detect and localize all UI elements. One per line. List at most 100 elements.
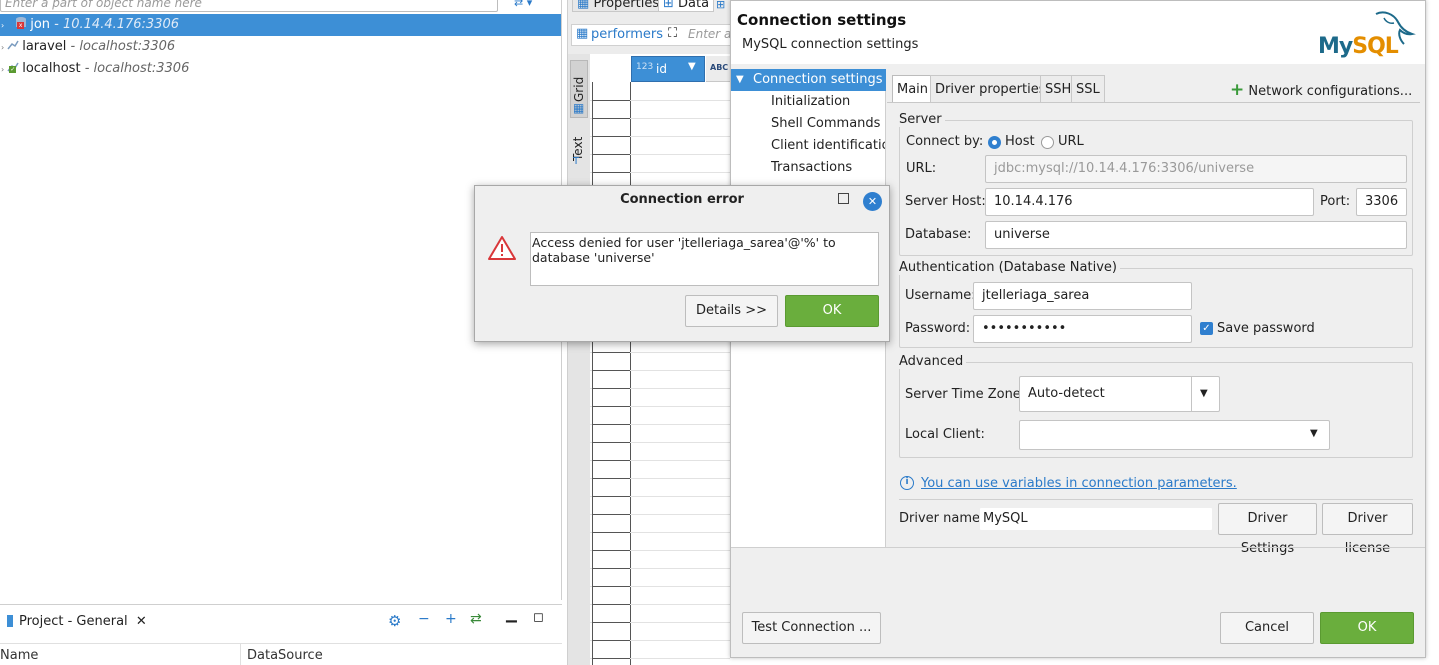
navigator-filter-input[interactable]: Enter a part of object name here xyxy=(0,0,498,12)
project-column-datasource[interactable]: DataSource xyxy=(240,643,562,665)
test-connection-button[interactable]: Test Connection ... xyxy=(742,612,881,644)
timezone-label: Server Time Zone: xyxy=(905,387,1026,402)
row-number-line xyxy=(592,604,630,605)
nav-item-initialization[interactable]: Initialization xyxy=(771,91,885,113)
project-tab-label: Project - General xyxy=(19,614,128,629)
text-view-button[interactable]: Text T xyxy=(570,124,588,174)
error-ok-button[interactable]: OK xyxy=(785,295,879,327)
row-number-line xyxy=(592,460,630,461)
port-input[interactable]: 3306 xyxy=(1356,188,1407,216)
er-diagram-icon[interactable]: ⊞ xyxy=(716,0,725,11)
data-filter-input[interactable]: Enter a xyxy=(688,27,731,41)
project-icon xyxy=(7,615,13,627)
project-tab[interactable]: Project - General ✕ xyxy=(0,611,147,633)
connection-item-jon[interactable]: › x jon - 10.14.4.176:3306 xyxy=(0,14,561,36)
database-icon xyxy=(6,38,20,52)
row-number-line xyxy=(592,100,630,101)
filter-dropdown-icon[interactable]: ⇄ ▾ xyxy=(514,0,532,9)
numeric-type-icon: 123 xyxy=(636,62,654,72)
grid-view-button[interactable]: Grid ▦ xyxy=(570,60,588,118)
row-number-line xyxy=(592,388,630,389)
sort-arrow-icon[interactable]: ▼ xyxy=(688,61,696,72)
row-number-line xyxy=(592,586,630,587)
driver-separator xyxy=(899,499,1413,500)
maximize-icon[interactable] xyxy=(838,193,849,204)
text-icon: T xyxy=(573,156,580,167)
connection-item-laravel[interactable]: › laravel - localhost:3306 xyxy=(0,36,561,58)
nav-item-shell-commands[interactable]: Shell Commands xyxy=(771,113,885,135)
details-button[interactable]: Details >> xyxy=(685,295,778,327)
save-password-label[interactable]: Save password xyxy=(1217,321,1315,336)
network-configurations-button[interactable]: + Network configurations... xyxy=(1230,80,1412,100)
close-icon[interactable]: ✕ xyxy=(136,614,147,629)
expand-arrow-icon[interactable]: › xyxy=(1,21,4,30)
advanced-group-title: Advanced xyxy=(899,354,967,369)
row-number-line xyxy=(592,496,630,497)
nav-item-label: Connection settings xyxy=(753,72,883,87)
server-host-input[interactable]: 10.14.4.176 xyxy=(985,188,1314,216)
driver-license-button[interactable]: Driver license xyxy=(1322,503,1413,556)
expand-arrow-icon[interactable]: › xyxy=(1,43,4,52)
expand-arrow-icon[interactable]: › xyxy=(1,65,4,74)
minimize-icon[interactable]: ▁ xyxy=(506,607,517,623)
row-number-line xyxy=(592,478,630,479)
server-group-title: Server xyxy=(899,112,945,127)
collapse-icon[interactable]: − xyxy=(418,611,430,627)
settings-gear-icon[interactable]: ⚙ xyxy=(388,612,401,630)
database-input[interactable]: universe xyxy=(985,221,1407,249)
cancel-button[interactable]: Cancel xyxy=(1220,612,1314,644)
driver-settings-button[interactable]: Driver Settings xyxy=(1218,503,1317,556)
radio-host[interactable] xyxy=(988,136,1001,149)
local-client-select[interactable]: ▼ xyxy=(1019,420,1330,450)
string-type-icon: ABC xyxy=(710,63,729,72)
radio-host-label[interactable]: Host xyxy=(1005,134,1035,149)
radio-url-label[interactable]: URL xyxy=(1058,134,1084,149)
expand-all-icon[interactable]: + xyxy=(445,611,457,627)
connection-name: laravel xyxy=(22,39,67,54)
tab-properties-label: Properties xyxy=(593,0,660,11)
save-password-checkbox[interactable]: ✓ xyxy=(1200,322,1213,335)
port-label: Port: xyxy=(1320,194,1351,209)
username-label: Username: xyxy=(905,288,976,303)
ok-button[interactable]: OK xyxy=(1320,612,1414,644)
grid-icon: ▦ xyxy=(573,101,585,115)
chevron-down-icon[interactable]: ▼ xyxy=(1310,421,1318,447)
tab-driver-properties[interactable]: Driver properties xyxy=(930,75,1051,103)
tab-data[interactable]: ⊞ Data xyxy=(658,0,715,12)
expand-down-icon[interactable]: ▼ xyxy=(736,69,744,91)
nav-item-client-identification[interactable]: Client identification xyxy=(771,135,885,157)
nav-item-connection-settings[interactable]: ▼ Connection settings xyxy=(731,69,886,91)
database-connected-icon: ✓ xyxy=(6,60,20,74)
dialog-subtitle: MySQL connection settings xyxy=(742,37,919,52)
row-number-line xyxy=(592,370,630,371)
close-icon[interactable]: ✕ xyxy=(863,192,882,211)
connection-name: jon xyxy=(30,17,51,32)
row-number-line xyxy=(592,442,630,443)
project-column-name[interactable]: Name xyxy=(0,643,240,665)
timezone-value: Auto-detect xyxy=(1028,386,1105,401)
expand-filter-icon[interactable]: ⛶ xyxy=(668,26,677,41)
database-label: Database: xyxy=(905,227,972,242)
info-icon: i xyxy=(900,476,914,490)
connection-host: localhost:3306 xyxy=(93,61,190,76)
connection-item-localhost[interactable]: › ✓ localhost - localhost:3306 xyxy=(0,58,561,80)
row-number-line xyxy=(592,568,630,569)
tab-main[interactable]: Main xyxy=(892,75,934,103)
results-grid[interactable] xyxy=(590,54,740,665)
radio-url[interactable] xyxy=(1041,136,1054,149)
timezone-select[interactable]: Auto-detect ▼ xyxy=(1019,376,1220,412)
variables-help-link[interactable]: You can use variables in connection para… xyxy=(921,476,1237,491)
url-input[interactable]: jdbc:mysql://10.14.4.176:3306/universe xyxy=(985,155,1407,183)
error-message-text: Access denied for user 'jtelleriaga_sare… xyxy=(530,232,879,286)
network-config-label: Network configurations... xyxy=(1248,84,1413,99)
password-input[interactable]: ••••••••••• xyxy=(973,315,1192,343)
tab-ssl[interactable]: SSL xyxy=(1071,75,1105,103)
column-header-id[interactable]: 123 id ▼ xyxy=(631,56,705,82)
nav-item-transactions[interactable]: Transactions xyxy=(771,157,885,179)
chevron-down-icon[interactable]: ▼ xyxy=(1200,377,1208,411)
maximize-icon[interactable]: ◻ xyxy=(533,610,544,625)
tab-properties[interactable]: ▦ Properties xyxy=(572,0,665,12)
username-input[interactable]: jtelleriaga_sarea xyxy=(973,282,1192,310)
project-panel: Project - General ✕ ⚙ − + ⇄ ▁ ◻ Name Dat… xyxy=(0,604,562,665)
link-editor-icon[interactable]: ⇄ xyxy=(470,611,482,627)
